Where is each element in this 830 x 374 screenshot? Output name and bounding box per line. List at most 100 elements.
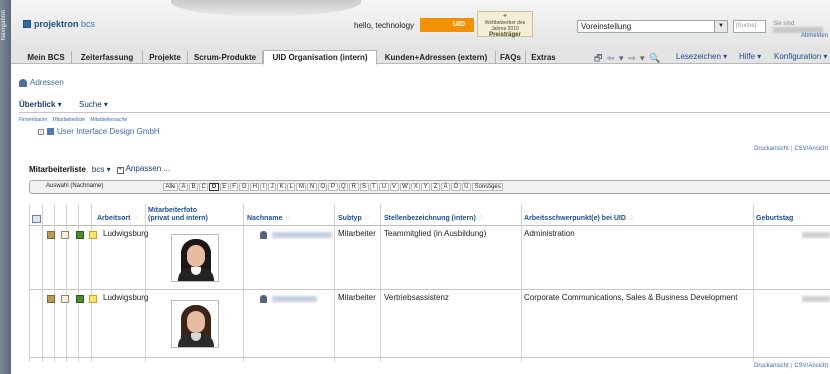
help-menu[interactable]: Hilfe ▾ bbox=[739, 52, 761, 61]
alphabet-letter[interactable]: W bbox=[399, 183, 411, 191]
header-subtyp[interactable]: Subtyp bbox=[338, 215, 370, 223]
bookmarks-menu[interactable]: Lesezeichen ▾ bbox=[676, 52, 727, 61]
alphabet-letter[interactable]: U bbox=[379, 183, 389, 191]
tab-kunden-adressen[interactable]: Kunden+Adressen (extern) bbox=[377, 51, 496, 64]
alphabet-letter[interactable]: N bbox=[307, 183, 317, 191]
tab-scrum-produkte[interactable]: Scrum-Produkte bbox=[188, 51, 263, 64]
alphabet-letter[interactable]: K bbox=[277, 183, 287, 191]
alphabet-letter[interactable]: E bbox=[219, 183, 229, 191]
chevron-down-icon[interactable]: ▼ bbox=[714, 21, 727, 32]
contacts-icon bbox=[19, 78, 27, 87]
company-icon bbox=[47, 128, 54, 135]
employee-name-redacted[interactable] bbox=[272, 232, 332, 238]
employee-table: Arbeitsort Mitarbeiterfoto (privat und i… bbox=[29, 204, 830, 358]
alphabet-letter[interactable]: Alle bbox=[163, 183, 179, 191]
alphabet-letter[interactable]: Z bbox=[431, 183, 440, 191]
tab-mein-bcs[interactable]: Mein BCS bbox=[21, 51, 72, 64]
book-icon[interactable] bbox=[47, 231, 55, 239]
header-geburtstag[interactable]: Geburtstag bbox=[756, 215, 802, 223]
table-row[interactable]: Ludwigsburg Mitarbeiter Vertriebsassiste… bbox=[29, 290, 830, 358]
logout-link[interactable]: Abmelden bbox=[801, 33, 828, 39]
sub-navigation: Firmenbaum Mitarbeiterliste Mitarbeiters… bbox=[19, 117, 131, 123]
history-toolbar[interactable]: 🗗 ⇦ ▾ ⇨ ▾ 🔍 bbox=[594, 51, 661, 67]
navigation-strip[interactable]: Navigation bbox=[0, 0, 11, 374]
alphabet-letter[interactable]: S bbox=[359, 183, 369, 191]
list-header: Mitarbeiterliste bcs ▾ + Anpassen ... bbox=[29, 164, 170, 174]
card-icon[interactable] bbox=[61, 295, 69, 303]
table-row[interactable]: Ludwigsburg Mitarbeiter Teammitglied (in… bbox=[29, 226, 830, 290]
alphabet-letter[interactable]: A bbox=[179, 183, 189, 191]
alphabet-letter[interactable]: H bbox=[250, 183, 260, 191]
header-foto[interactable]: Mitarbeiterfoto (privat und intern) bbox=[148, 207, 208, 223]
alphabet-letter[interactable]: Ü bbox=[461, 183, 471, 191]
customize-link[interactable]: + Anpassen ... bbox=[116, 164, 170, 174]
csv-link[interactable]: CSV/Ansicht bbox=[794, 146, 828, 152]
card-icon[interactable] bbox=[61, 231, 69, 239]
header-arbeitsort[interactable]: Arbeitsort bbox=[97, 215, 139, 223]
subnav-mitarbeitersuche[interactable]: Mitarbeitersuche bbox=[90, 117, 127, 123]
adressen-link[interactable]: Adressen bbox=[19, 78, 64, 87]
list-filter-dropdown[interactable]: bcs ▾ bbox=[92, 165, 111, 174]
alphabet-letter[interactable]: L bbox=[287, 183, 296, 191]
search-input[interactable]: [Suche] bbox=[733, 20, 766, 33]
alphabet-letter[interactable]: O bbox=[317, 183, 328, 191]
alphabet-letter[interactable]: C bbox=[199, 183, 209, 191]
person-icon[interactable] bbox=[260, 295, 267, 303]
table-header: Arbeitsort Mitarbeiterfoto (privat und i… bbox=[29, 204, 830, 226]
subnav-firmenbaum[interactable]: Firmenbaum bbox=[19, 117, 47, 123]
alphabet-letter[interactable]: F bbox=[229, 183, 239, 191]
print-view-link-bottom[interactable]: Druckansicht bbox=[754, 363, 789, 369]
print-view-link[interactable]: Druckansicht bbox=[754, 146, 789, 152]
configuration-menu[interactable]: Konfiguration ▾ bbox=[774, 52, 827, 61]
overview-menu[interactable]: Überblick ▾ bbox=[19, 100, 62, 109]
alphabet-letter[interactable]: J bbox=[268, 183, 277, 191]
tab-extras[interactable]: Extras bbox=[526, 51, 561, 64]
open-icon[interactable] bbox=[76, 295, 84, 303]
header-nachname[interactable]: Nachname bbox=[247, 215, 291, 223]
tab-faqs[interactable]: FAQs bbox=[496, 51, 526, 64]
employee-name-redacted[interactable] bbox=[272, 296, 317, 302]
alphabet-letter[interactable]: Ä bbox=[440, 183, 450, 191]
csv-link-bottom[interactable]: CSV/Ansicht bbox=[794, 363, 828, 369]
cell-stellenbezeichnung: Teammitglied (in Ausbildung) bbox=[384, 229, 487, 238]
note-icon[interactable] bbox=[89, 295, 97, 303]
alphabet-letter[interactable]: R bbox=[349, 183, 359, 191]
alphabet-letters: Alle A B C D E F G H I J K L M N O P Q R S T U V W X Y Z Ä Ö Ü Sonstig… bbox=[163, 183, 504, 191]
alphabet-letter[interactable]: I bbox=[260, 183, 268, 191]
logged-in-info: Sie sind bbox=[773, 21, 830, 34]
logo[interactable]: projektron bcs bbox=[23, 19, 95, 29]
alphabet-letter[interactable]: B bbox=[189, 183, 199, 191]
note-icon[interactable] bbox=[89, 231, 97, 239]
export-links-bottom: Druckansicht | CSV/Ansicht bbox=[754, 363, 828, 369]
alphabet-letter[interactable]: Ö bbox=[450, 183, 461, 191]
tab-projekte[interactable]: Projekte bbox=[143, 51, 188, 64]
alphabet-letter[interactable]: Sonstiges bbox=[471, 183, 504, 191]
alphabet-letter[interactable]: V bbox=[389, 183, 399, 191]
plus-icon: + bbox=[116, 167, 124, 174]
alphabet-filter: Auswahl (Nachname) Alle A B C D E F G H I J K L M N O P Q… bbox=[29, 180, 830, 194]
alphabet-letter[interactable]: P bbox=[328, 183, 338, 191]
alphabet-letter[interactable]: Q bbox=[338, 183, 349, 191]
tab-uid-organisation[interactable]: UID Organisation (intern) bbox=[263, 50, 377, 65]
alphabet-letter[interactable]: X bbox=[411, 183, 421, 191]
search-menu[interactable]: Suche ▾ bbox=[79, 100, 108, 109]
export-links-top: Druckansicht | CSV/Ansicht bbox=[754, 146, 828, 152]
collapse-icon[interactable]: − bbox=[38, 128, 44, 135]
column-chooser-icon[interactable] bbox=[32, 215, 41, 223]
alphabet-letter[interactable]: Y bbox=[421, 183, 431, 191]
alphabet-letter[interactable]: T bbox=[369, 183, 379, 191]
page: projektron bcs hello, technology UID ✦ W… bbox=[11, 0, 830, 374]
header-arbeitsschwerpunkt[interactable]: Arbeitsschwerpunkt(e) bei UID bbox=[524, 215, 634, 223]
employee-photo bbox=[171, 234, 219, 282]
company-link[interactable]: User Interface Design GmbH bbox=[57, 127, 160, 136]
tab-zeiterfassung[interactable]: Zeiterfassung bbox=[72, 51, 143, 64]
alphabet-letter[interactable]: D bbox=[209, 183, 219, 191]
header-stellenbezeichnung[interactable]: Stellenbezeichnung (intern) bbox=[384, 215, 484, 223]
preset-select[interactable]: Voreinstellung ▼ bbox=[577, 20, 728, 33]
subnav-mitarbeiterliste[interactable]: Mitarbeiterliste bbox=[52, 117, 85, 123]
book-icon[interactable] bbox=[47, 295, 55, 303]
alphabet-letter[interactable]: G bbox=[239, 183, 250, 191]
person-icon[interactable] bbox=[260, 231, 267, 239]
alphabet-letter[interactable]: M bbox=[296, 183, 307, 191]
open-icon[interactable] bbox=[76, 231, 84, 239]
